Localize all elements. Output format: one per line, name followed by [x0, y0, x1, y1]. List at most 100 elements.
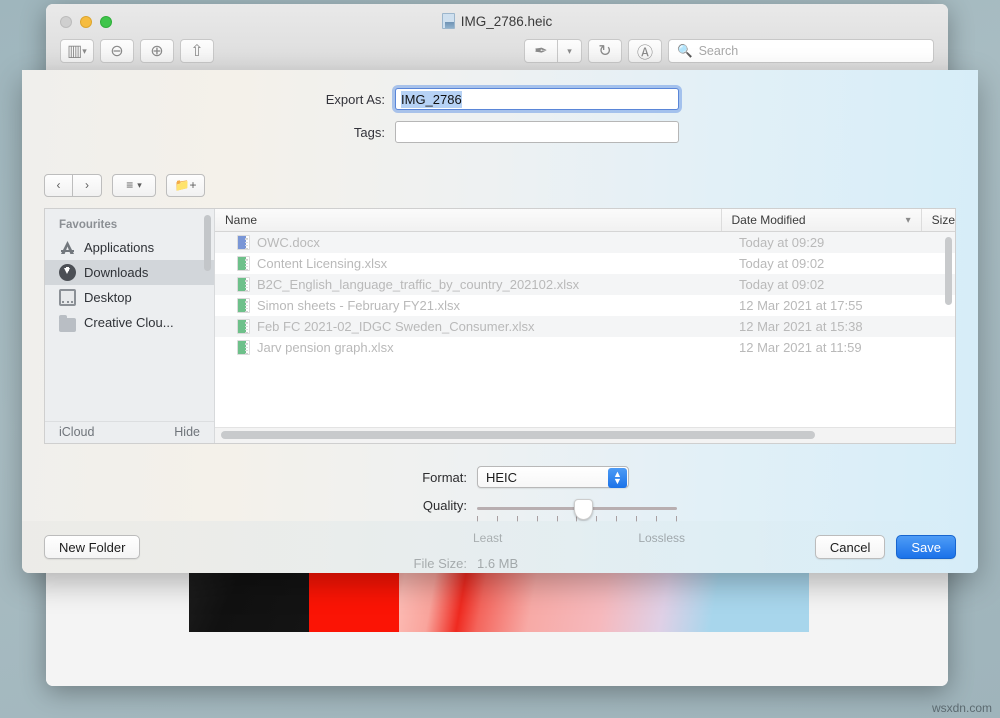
zoom-in-icon: ⊕	[150, 41, 163, 61]
back-button[interactable]: ‹	[44, 174, 73, 197]
file-name-cell: OWC.docx	[215, 235, 729, 250]
folder-icon	[59, 318, 76, 332]
pen-icon: ✒	[534, 41, 547, 61]
sign-button[interactable]: Ⓐ	[628, 39, 662, 63]
new-folder-button[interactable]: New Folder	[44, 535, 140, 559]
toolbar-right-group: ✒ ▾ ↻ Ⓐ 🔍 Search	[524, 39, 934, 63]
preview-search-field[interactable]: 🔍 Search	[668, 39, 934, 63]
excel-document-icon	[237, 277, 250, 292]
zoom-out-button[interactable]: ⊖	[100, 39, 134, 63]
chevron-left-icon: ‹	[57, 178, 61, 192]
file-name-label: Jarv pension graph.xlsx	[257, 340, 394, 355]
sort-chevron-down-icon: ▾	[906, 215, 911, 226]
table-row[interactable]: OWC.docxToday at 09:29	[215, 232, 955, 253]
sheet-button-bar: New Folder Cancel Save	[22, 521, 978, 573]
file-name-label: OWC.docx	[257, 235, 320, 250]
quality-label: Quality:	[22, 498, 477, 513]
excel-document-icon	[237, 340, 250, 355]
file-browser: Favourites Applications Downloads Deskto…	[44, 208, 956, 444]
file-date-cell: 12 Mar 2021 at 11:59	[729, 340, 932, 355]
sidebar-icon: ▥	[67, 41, 82, 61]
file-name-cell: Simon sheets - February FY21.xlsx	[215, 298, 729, 313]
sidebar-icloud-section: iCloud Hide	[45, 421, 214, 441]
table-row[interactable]: Feb FC 2021-02_IDGC Sweden_Consumer.xlsx…	[215, 316, 955, 337]
column-header-date-label: Date Modified	[732, 213, 806, 227]
excel-document-icon	[237, 298, 250, 313]
table-row[interactable]: Content Licensing.xlsx Today at 09:02	[215, 253, 955, 274]
rotate-icon: ↻	[598, 41, 611, 61]
markup-dropdown-button[interactable]: ▾	[558, 39, 582, 63]
export-sheet: Export As: IMG_2786 Tags: ‹ › ≡ ▾ 📁+ Dow	[22, 70, 978, 573]
zoom-in-button[interactable]: ⊕	[140, 39, 174, 63]
new-folder-icon-button[interactable]: 📁+	[166, 174, 205, 197]
file-name-label: Simon sheets - February FY21.xlsx	[257, 298, 460, 313]
page-title: IMG_2786.heic	[46, 13, 948, 29]
excel-document-icon	[237, 319, 250, 334]
sidebar-item-creative-cloud[interactable]: Creative Clou...	[45, 310, 214, 335]
format-select[interactable]: HEIC ▲▼	[477, 466, 629, 488]
file-list-vertical-scrollbar[interactable]	[945, 237, 952, 305]
file-list-header: Name Date Modified ▾ Size	[215, 209, 955, 232]
cancel-button[interactable]: Cancel	[815, 535, 885, 559]
table-row[interactable]: Simon sheets - February FY21.xlsx 12 Mar …	[215, 295, 955, 316]
table-row[interactable]: Jarv pension graph.xlsx 12 Mar 2021 at 11…	[215, 337, 955, 358]
file-list-horizontal-scrollbar[interactable]	[221, 431, 815, 439]
chevron-down-icon: ▾	[137, 180, 142, 191]
file-name-cell: Content Licensing.xlsx	[215, 256, 729, 271]
sidebar-item-desktop[interactable]: Desktop	[45, 285, 214, 310]
chevron-down-icon: ▾	[82, 46, 87, 57]
view-options-button[interactable]: ≡ ▾	[112, 174, 156, 197]
export-as-label: Export As:	[22, 92, 395, 107]
search-icon: 🔍	[677, 44, 693, 59]
markup-button[interactable]: ✒	[524, 39, 558, 63]
tags-input[interactable]	[395, 121, 679, 143]
sidebar: Favourites Applications Downloads Deskto…	[45, 209, 215, 443]
watermark: wsxdn.com	[932, 701, 992, 715]
share-icon: ⇧	[190, 41, 203, 61]
tags-label: Tags:	[22, 125, 395, 140]
sidebar-scrollbar[interactable]	[204, 215, 211, 271]
excel-document-icon	[237, 256, 250, 271]
forward-button[interactable]: ›	[73, 174, 102, 197]
sidebar-item-applications[interactable]: Applications	[45, 235, 214, 260]
export-as-input[interactable]: IMG_2786	[395, 88, 679, 110]
column-header-date-modified[interactable]: Date Modified ▾	[722, 209, 922, 231]
quality-row: Quality: Least Lossless	[22, 498, 978, 513]
file-list: Name Date Modified ▾ Size OWC.docxToday …	[215, 209, 955, 443]
sidebar-item-label: Applications	[84, 240, 154, 255]
image-document-icon	[442, 13, 455, 29]
export-as-value: IMG_2786	[401, 91, 462, 108]
sidebar-item-label: Desktop	[84, 290, 132, 305]
sidebar-toggle-button[interactable]: ▥ ▾	[60, 39, 94, 63]
file-name-label: B2C_English_language_traffic_by_country_…	[257, 277, 579, 292]
quality-slider-thumb[interactable]	[574, 499, 593, 520]
table-row[interactable]: B2C_English_language_traffic_by_country_…	[215, 274, 955, 295]
save-button[interactable]: Save	[896, 535, 956, 559]
format-value: HEIC	[486, 470, 517, 485]
sheet-navigation-bar: ‹ › ≡ ▾ 📁+	[22, 162, 978, 208]
column-header-name[interactable]: Name	[215, 209, 722, 231]
new-folder-icon: 📁+	[175, 178, 197, 192]
file-list-rows: OWC.docxToday at 09:29Content Licensing.…	[215, 232, 955, 358]
file-date-cell: 12 Mar 2021 at 17:55	[729, 298, 932, 313]
sidebar-icloud-label: iCloud	[59, 425, 94, 439]
zoom-out-icon: ⊖	[110, 41, 123, 61]
file-name-label: Content Licensing.xlsx	[257, 256, 387, 271]
chevron-down-icon: ▾	[567, 46, 572, 57]
desktop-icon	[59, 289, 76, 306]
preview-search-placeholder: Search	[699, 44, 739, 58]
applications-icon	[59, 239, 76, 256]
format-stepper-icon: ▲▼	[608, 468, 627, 488]
rotate-button[interactable]: ↻	[588, 39, 622, 63]
share-button[interactable]: ⇧	[180, 39, 214, 63]
sidebar-item-label: Creative Clou...	[84, 315, 174, 330]
sidebar-hide-button[interactable]: Hide	[174, 425, 200, 439]
chevron-right-icon: ›	[85, 178, 89, 192]
file-date-cell: Today at 09:02	[729, 256, 932, 271]
export-as-row: Export As: IMG_2786	[22, 88, 978, 110]
file-list-horizontal-scroll-track	[215, 427, 955, 443]
word-document-icon	[237, 235, 250, 250]
sign-icon: Ⓐ	[637, 39, 653, 63]
column-header-size[interactable]: Size	[922, 209, 955, 231]
sidebar-item-downloads[interactable]: Downloads	[45, 260, 214, 285]
